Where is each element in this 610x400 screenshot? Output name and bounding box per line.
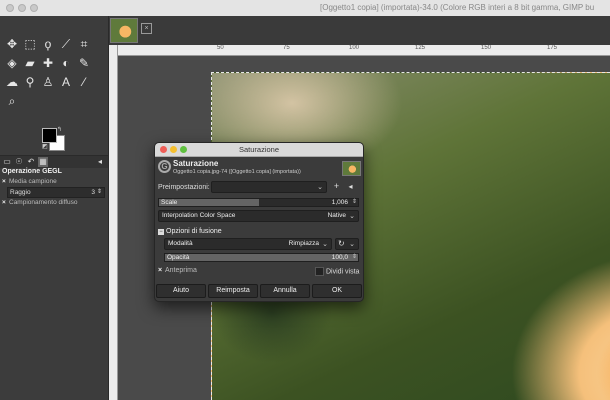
opacity-slider[interactable]: Opacità 100,0 ⇕ (164, 253, 359, 262)
reset-colors-icon[interactable]: ◩ (42, 143, 48, 150)
presets-label: Preimpostazioni: (158, 184, 210, 191)
checkbox-icon: × (2, 199, 6, 206)
dialog-titlebar: Saturazione (155, 143, 363, 157)
window-title: [Oggetto1 copia] (importata)-34.0 (Color… (320, 3, 595, 12)
chevron-down-icon: ⌄ (349, 241, 355, 248)
collapse-icon: − (158, 229, 164, 235)
tool-options-tab-icon[interactable]: ▭ (2, 157, 12, 167)
dodge-tool-icon[interactable]: ☁ (4, 74, 20, 90)
spin-icon: ⇕ (351, 199, 357, 205)
preset-menu-icon[interactable]: ◂ (345, 181, 356, 192)
dock-menu-icon[interactable]: ◂ (95, 157, 105, 167)
help-button[interactable]: Aiuto (156, 284, 206, 298)
chevron-down-icon: ⌄ (317, 184, 323, 191)
dialog-subtitle: Oggetto1 copia.jpg-74 ([Oggetto1 copia] … (173, 169, 301, 175)
toolbox: ✥ ⬚ ϙ ⟋ ⌗ ◈ ▰ ✚ ◐ ✎ ☁ ⚲ ♙ A ⁄ ⌕ ◩ ↰ ▭ ☉ ↶ ▦ ◂ Operazion… (0, 16, 109, 400)
ruler-tick-label: 125 (415, 45, 426, 51)
scale-slider[interactable]: Scale 1,006 ⇕ (158, 198, 359, 207)
ruler-tick-label: 100 (349, 45, 360, 51)
lasso-tool-icon[interactable]: ϙ (40, 36, 56, 52)
add-preset-icon[interactable]: + (331, 181, 342, 192)
ok-button[interactable]: OK (312, 284, 362, 298)
checkbox-icon (315, 267, 324, 276)
composite-mode-icon: ↻ (338, 239, 345, 248)
saturation-dialog: Saturazione G Saturazione Oggetto1 copia… (154, 142, 364, 302)
dialog-title: Saturazione (238, 145, 280, 154)
foreground-color-swatch[interactable] (42, 128, 57, 143)
sample-average-option[interactable]: × Media campione (2, 178, 57, 185)
spin-icon: ⇕ (351, 254, 357, 260)
cancel-button[interactable]: Annulla (260, 284, 310, 298)
opacity-slider-fill (165, 254, 358, 261)
window-titlebar: [Oggetto1 copia] (importata)-34.0 (Color… (0, 0, 610, 17)
color-picker-tool-icon[interactable]: ⁄ (76, 74, 92, 90)
crop-tool-icon[interactable]: ⌗ (76, 36, 92, 52)
vertical-ruler (109, 45, 118, 400)
swap-colors-icon[interactable]: ↰ (57, 126, 62, 133)
tool-options-title: Operazione GEGL (2, 168, 62, 175)
checkbox-icon: × (158, 267, 163, 274)
sample-merged-option[interactable]: × Campionamento diffuso (2, 199, 78, 206)
horizontal-ruler: 5075100125150175200 (117, 45, 610, 56)
image-tab-thumbnail[interactable] (110, 18, 138, 43)
images-tab-icon[interactable]: ▦ (38, 157, 48, 167)
presets-combo[interactable]: ⌄ (211, 181, 327, 193)
rect-select-tool-icon[interactable]: ⬚ (22, 36, 38, 52)
bucket-tool-icon[interactable]: ◐ (58, 55, 74, 71)
dialog-image-thumbnail (342, 161, 361, 176)
radius-field[interactable]: Raggio 3 ⇕ (7, 187, 105, 198)
minimize-window-button[interactable] (18, 4, 26, 12)
image-tabs: × (109, 16, 610, 46)
gegl-logo-icon: G (158, 160, 171, 173)
move-tool-icon[interactable]: ✥ (4, 36, 20, 52)
ruler-tick-label: 75 (283, 45, 290, 51)
zoom-window-button[interactable] (30, 4, 38, 12)
split-view-checkbox[interactable]: Dividi vista (315, 267, 359, 276)
clone-tool-icon[interactable]: ♙ (40, 74, 56, 90)
chevron-down-icon: ⌄ (349, 213, 355, 220)
zoom-tool-icon[interactable]: ⌕ (4, 93, 20, 109)
ruler-tick-label: 50 (217, 45, 224, 51)
chevron-down-icon: ⌄ (322, 241, 328, 248)
fuzzy-select-tool-icon[interactable]: ⟋ (58, 36, 74, 52)
blend-mode-combo[interactable]: Modalità Rimpiazza ⌄ (164, 238, 332, 250)
spin-icon: ⇕ (96, 189, 102, 195)
devices-tab-icon[interactable]: ☉ (14, 157, 24, 167)
dock-tabs: ▭ ☉ ↶ ▦ ◂ (0, 155, 108, 168)
composite-mode-combo[interactable]: ↻ ⌄ (335, 238, 359, 250)
text-tool-icon[interactable]: A (58, 74, 74, 90)
ruler-tick-label: 150 (481, 45, 492, 51)
paint-tool-icon[interactable]: ✚ (40, 55, 56, 71)
checkbox-icon: × (2, 178, 6, 185)
dialog-heading: Saturazione (173, 159, 219, 168)
smudge-tool-icon[interactable]: ⚲ (22, 74, 38, 90)
undo-tab-icon[interactable]: ↶ (26, 157, 36, 167)
interpolation-color-space-combo[interactable]: Interpolation Color Space Native ⌄ (158, 210, 359, 222)
warp-tool-icon[interactable]: ▰ (22, 55, 38, 71)
paintbrush-tool-icon[interactable]: ✎ (76, 55, 92, 71)
transform-tool-icon[interactable]: ◈ (4, 55, 20, 71)
blend-options-section[interactable]: − Opzioni di fusione (158, 228, 222, 235)
close-window-button[interactable] (6, 4, 14, 12)
close-tab-icon[interactable]: × (141, 23, 152, 34)
preview-checkbox[interactable]: × Anteprima (158, 267, 197, 274)
ruler-tick-label: 175 (547, 45, 558, 51)
reset-button[interactable]: Reimposta (208, 284, 258, 298)
